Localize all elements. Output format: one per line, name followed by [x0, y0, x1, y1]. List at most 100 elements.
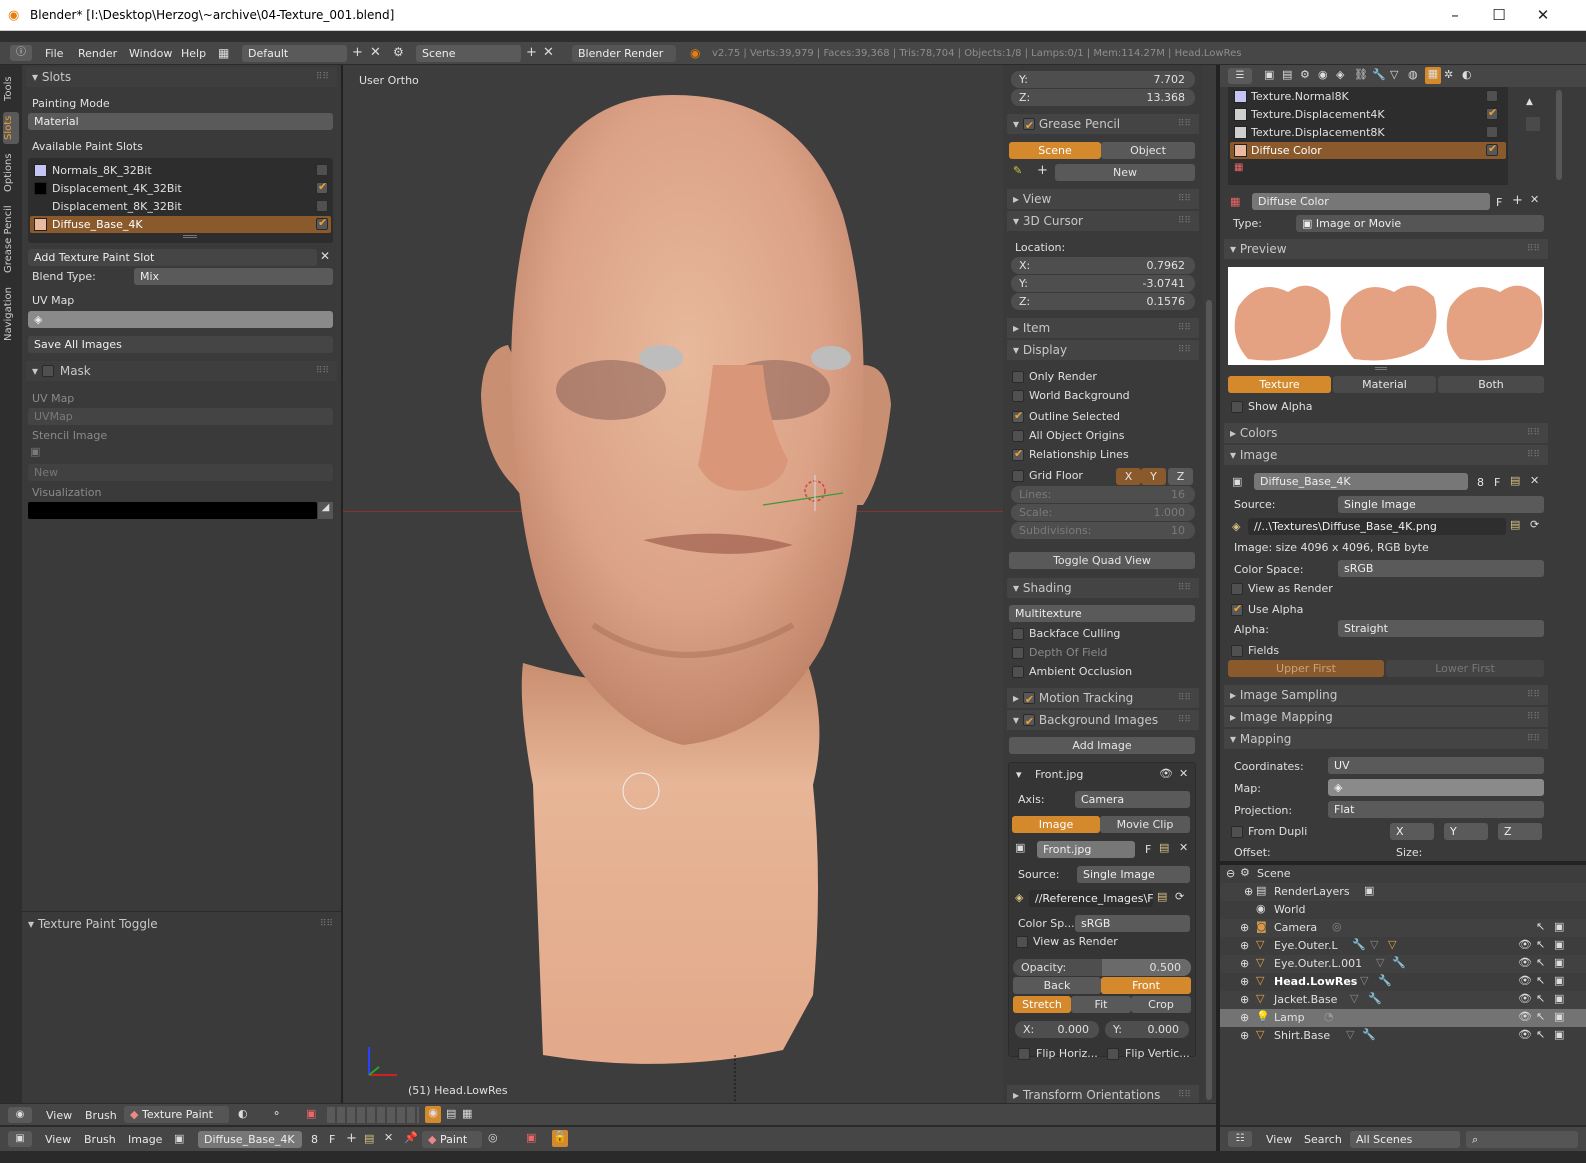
- remove-scene-icon[interactable]: ✕: [543, 45, 554, 60]
- menu-help[interactable]: Help: [181, 47, 206, 60]
- image-open-icon[interactable]: ▤: [1510, 474, 1520, 487]
- image-name-field[interactable]: Diffuse_Base_4K: [1254, 473, 1468, 490]
- outliner-row[interactable]: ⊕ ◙ Camera ◎ ↖ ▣: [1220, 919, 1586, 937]
- outliner-search-input[interactable]: ⌕: [1466, 1131, 1578, 1148]
- new-texture-icon[interactable]: +: [1512, 193, 1523, 208]
- outliner-row[interactable]: ⊕ ▽ Eye.Outer.L.001 ▽ 🔧 👁 ↖ ▣: [1220, 955, 1586, 973]
- axis-y-toggle[interactable]: Y: [1141, 468, 1166, 485]
- bg-movie-clip-tab[interactable]: Movie Clip: [1100, 816, 1190, 833]
- coordinates-select[interactable]: UV: [1328, 757, 1544, 774]
- grease-pencil-header[interactable]: ▾ Grease Pencil⠿⠿: [1007, 114, 1199, 136]
- dim-z-field[interactable]: Z: 13.368: [1011, 89, 1195, 106]
- eye-visibility-icon[interactable]: 👁: [1518, 1028, 1532, 1041]
- axis-z-toggle[interactable]: Z: [1168, 468, 1193, 485]
- vp-menu-brush[interactable]: Brush: [85, 1109, 117, 1122]
- outliner-row[interactable]: ⊕ ▤ RenderLayers ▣: [1220, 883, 1586, 901]
- cursor-select-icon[interactable]: ↖: [1536, 974, 1545, 987]
- item-panel-header[interactable]: ▸ Item ⠿⠿: [1007, 318, 1199, 338]
- flip-vertical-checkbox[interactable]: [1107, 1048, 1119, 1060]
- screen-layout-icon[interactable]: ▦: [218, 46, 229, 60]
- stencil-new-button[interactable]: New: [28, 464, 333, 481]
- painting-mode-select[interactable]: Material: [28, 113, 333, 130]
- list-item[interactable]: Displacement_4K_32Bit: [28, 180, 333, 197]
- gp-object-button[interactable]: Object: [1101, 142, 1195, 159]
- lower-first-button[interactable]: Lower First: [1386, 660, 1544, 677]
- slot-menu-icon[interactable]: [1526, 117, 1540, 131]
- outliner-display-select[interactable]: All Scenes: [1350, 1131, 1460, 1148]
- map-y-select[interactable]: Y: [1444, 823, 1488, 840]
- material-tab-icon[interactable]: ◍: [1408, 68, 1418, 81]
- minimize-button[interactable]: –: [1432, 4, 1478, 28]
- render-anim-icon[interactable]: ▦: [462, 1107, 472, 1120]
- flip-horizontal-checkbox[interactable]: [1018, 1048, 1030, 1060]
- relationship-lines-checkbox[interactable]: [1012, 447, 1024, 461]
- cursor-select-icon[interactable]: ↖: [1536, 992, 1545, 1005]
- cursor-x-field[interactable]: X: 0.7962: [1011, 257, 1195, 274]
- image-name-field[interactable]: Diffuse_Base_4K: [198, 1131, 302, 1148]
- expand-icon[interactable]: ⊕: [1240, 975, 1249, 988]
- ie-menu-image[interactable]: Image: [128, 1133, 162, 1146]
- add-image-button[interactable]: Add Image: [1009, 737, 1195, 754]
- upper-first-button[interactable]: Upper First: [1228, 660, 1384, 677]
- mask-icon[interactable]: ▣: [306, 1107, 316, 1120]
- grid-floor-checkbox[interactable]: [1012, 470, 1024, 482]
- gp-new-button[interactable]: New: [1055, 164, 1195, 181]
- map-z-select[interactable]: Z: [1498, 823, 1542, 840]
- show-alpha-checkbox[interactable]: [1231, 401, 1243, 413]
- scene-icon[interactable]: ⚙: [393, 45, 404, 59]
- eyedropper-icon[interactable]: ◢: [318, 502, 333, 519]
- from-dupli-checkbox[interactable]: [1231, 826, 1243, 838]
- list-item[interactable]: Diffuse_Base_4K: [30, 216, 331, 233]
- visualization-color[interactable]: [28, 502, 317, 519]
- expand-icon[interactable]: ⊕: [1240, 921, 1249, 934]
- bg-colorspace-select[interactable]: sRGB: [1075, 915, 1190, 932]
- reload-icon[interactable]: ⟳: [1175, 890, 1184, 903]
- 3d-cursor-header[interactable]: ▾ 3D Cursor ⠿⠿: [1007, 211, 1199, 231]
- bg-source-select[interactable]: Single Image: [1077, 866, 1190, 883]
- all-origins-checkbox[interactable]: [1012, 430, 1024, 442]
- grid-lines-field[interactable]: Lines: 16: [1011, 486, 1195, 503]
- stretch-button[interactable]: Stretch: [1013, 996, 1071, 1013]
- background-images-checkbox[interactable]: [1022, 712, 1035, 732]
- bg-expand-icon[interactable]: ▾: [1016, 768, 1022, 781]
- 3d-view-editor-icon[interactable]: ◉: [8, 1107, 32, 1123]
- image-panel-header[interactable]: ▾ Image ⠿⠿: [1224, 445, 1548, 465]
- backface-culling-checkbox[interactable]: [1012, 628, 1024, 640]
- bg-view-as-render-checkbox[interactable]: [1016, 936, 1028, 948]
- render-layers-tab-icon[interactable]: ▤: [1282, 68, 1292, 81]
- new-image-icon[interactable]: +: [346, 1131, 357, 1146]
- data-tab-icon[interactable]: ▽: [1390, 68, 1398, 81]
- close-button[interactable]: ✕: [1520, 4, 1566, 28]
- preview-material-tab[interactable]: Material: [1333, 376, 1436, 393]
- expand-icon[interactable]: ⊕: [1240, 1011, 1249, 1024]
- mapping-header[interactable]: ▾ Mapping ⠿⠿: [1224, 729, 1548, 749]
- add-texture-paint-slot[interactable]: Add Texture Paint Slot: [28, 249, 317, 266]
- render-toggle-icon[interactable]: ▣: [1554, 1028, 1564, 1041]
- image-sampling-header[interactable]: ▸ Image Sampling ⠿⠿: [1224, 685, 1548, 705]
- expand-icon[interactable]: ⊕: [1240, 1029, 1249, 1042]
- eye-visibility-icon[interactable]: 👁: [1518, 974, 1532, 987]
- image-browse-icon[interactable]: ▣: [1015, 841, 1025, 854]
- color-space-select[interactable]: sRGB: [1338, 560, 1544, 577]
- transform-orientations-header[interactable]: ▸ Transform Orientations ⠿⠿: [1007, 1085, 1199, 1105]
- outliner-row[interactable]: ◉ World: [1220, 901, 1586, 919]
- remove-bg-icon[interactable]: ✕: [1179, 767, 1188, 780]
- background-images-header[interactable]: ▾ Background Images⠿⠿: [1007, 710, 1199, 732]
- remove-slot-icon[interactable]: ✕: [320, 249, 330, 263]
- pin-icon[interactable]: 📌: [404, 1131, 418, 1144]
- texture-checkbox[interactable]: [1486, 106, 1498, 120]
- only-render-checkbox[interactable]: [1012, 371, 1024, 383]
- object-tab-icon[interactable]: ◈: [1336, 68, 1344, 81]
- uv-map-field[interactable]: ◈: [28, 311, 333, 328]
- list-item[interactable]: Normals_8K_32Bit: [28, 162, 333, 179]
- toggle-quad-view-button[interactable]: Toggle Quad View: [1009, 552, 1195, 569]
- ie-menu-brush[interactable]: Brush: [84, 1133, 116, 1146]
- preview-both-tab[interactable]: Both: [1438, 376, 1544, 393]
- front-button[interactable]: Front: [1101, 977, 1191, 994]
- slot-checkbox[interactable]: [316, 200, 328, 212]
- outliner-row[interactable]: ⊕ ▽ Eye.Outer.L 🔧 ▽ ▽ 👁 ↖ ▣: [1220, 937, 1586, 955]
- list-resize-grip[interactable]: [183, 235, 197, 238]
- expand-icon[interactable]: ⊕: [1240, 939, 1249, 952]
- grease-pencil-checkbox[interactable]: [1022, 116, 1035, 136]
- back-button[interactable]: Back: [1013, 977, 1101, 994]
